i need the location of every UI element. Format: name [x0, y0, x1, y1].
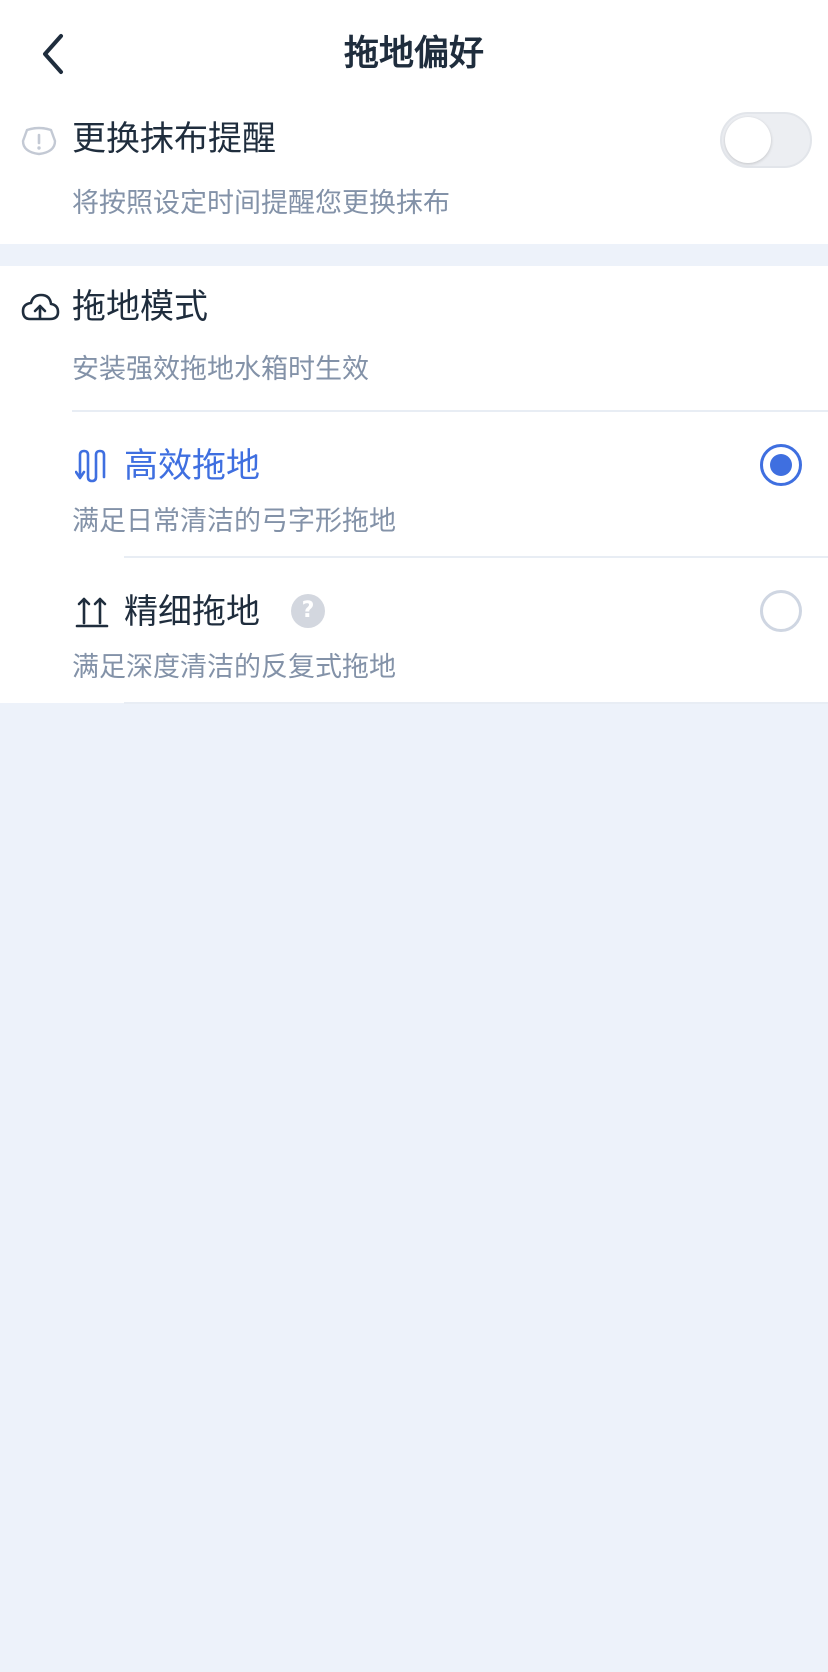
- mop-mode-title: 拖地模式: [72, 287, 208, 327]
- divider: [124, 556, 828, 558]
- mop-option-fine-description: 满足深度清洁的反复式拖地: [72, 652, 396, 683]
- mop-option-efficient-description: 满足日常清洁的弓字形拖地: [72, 506, 396, 537]
- mop-reminder-title: 更换抹布提醒: [72, 119, 276, 159]
- mop-reminder-toggle[interactable]: [720, 112, 812, 168]
- divider: [124, 702, 828, 704]
- header-bar: 拖地偏好: [0, 0, 828, 104]
- back-forth-path-icon: [74, 594, 110, 630]
- mop-reminder-subtitle: 将按照设定时间提醒您更换抹布: [72, 188, 450, 219]
- zigzag-path-icon: [74, 448, 110, 484]
- toggle-knob: [725, 117, 771, 163]
- page-title: 拖地偏好: [343, 34, 484, 74]
- cloth-alert-icon: [20, 122, 58, 160]
- mop-mode-subtitle: 安装强效拖地水箱时生效: [72, 354, 369, 385]
- cloud-upload-icon: [20, 290, 60, 326]
- mop-option-fine-radio[interactable]: [760, 590, 802, 632]
- mop-option-efficient-radio[interactable]: [760, 444, 802, 486]
- mop-option-efficient-label: 高效拖地: [124, 446, 260, 486]
- divider: [72, 410, 828, 412]
- mop-option-fine-label: 精细拖地: [124, 592, 260, 632]
- question-icon[interactable]: ?: [291, 594, 325, 628]
